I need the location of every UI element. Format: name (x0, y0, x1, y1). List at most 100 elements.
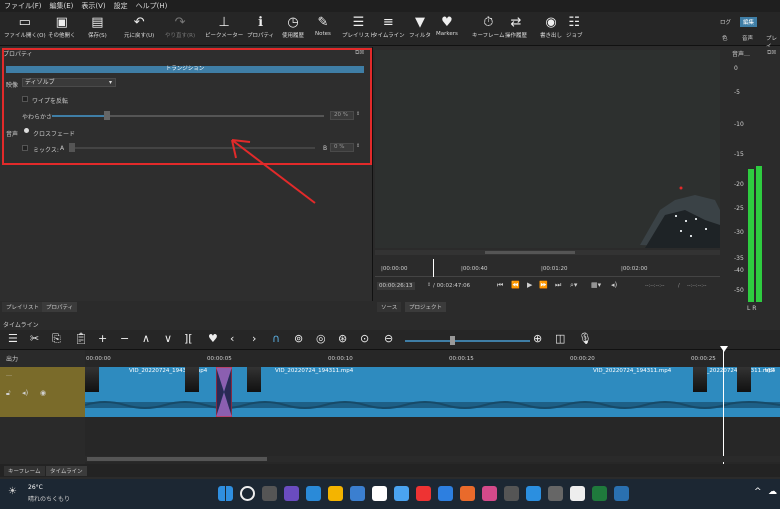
store-icon[interactable] (350, 486, 365, 501)
fast-forward-icon[interactable]: ⏩ (539, 281, 548, 289)
toolbar-folder-button[interactable]: ▭ ファイル開く(O) (4, 14, 46, 39)
rewind-icon[interactable]: ⏪ (511, 281, 520, 289)
tray-chevron-icon[interactable]: ^ (754, 487, 762, 497)
timeline-zoom-handle[interactable] (450, 336, 455, 345)
timeline-ruler[interactable]: 00:00:00 00:00:05 00:00:10 00:00:15 00:00:20… (85, 350, 780, 366)
overwrite-icon[interactable]: ∨ (164, 332, 172, 345)
tab-properties[interactable]: プロパティ (42, 302, 78, 312)
grid-icon[interactable]: ▦▾ (591, 281, 601, 289)
scrub-icon[interactable]: ⊚ (294, 332, 303, 345)
edge-icon[interactable] (306, 486, 321, 501)
app2-icon[interactable] (526, 486, 541, 501)
layout-color[interactable]: 色 (722, 34, 728, 42)
video-track-v1[interactable]: VID_20220724_194311.mp4 VID_20220724_1943… (85, 367, 780, 417)
record-audio-icon[interactable]: 🎙︎ (578, 332, 592, 345)
timeline-menu-icon[interactable]: ☰ (8, 332, 18, 345)
video-preview[interactable] (375, 50, 720, 248)
layout-audio[interactable]: 音声 (742, 34, 753, 42)
toolbar-peak-meter-button[interactable]: ⊥ ピークメーター (205, 14, 243, 39)
tab-project[interactable]: プロジェクト (405, 302, 447, 312)
tab-playlist[interactable]: プレイリスト (2, 302, 44, 312)
toolbar-jobs-history-button[interactable]: ⇄ 操作履歴 (505, 14, 527, 39)
shotcut-icon[interactable] (614, 486, 629, 501)
append-icon[interactable]: + (98, 332, 107, 345)
search-icon[interactable] (240, 486, 255, 501)
toolbar-filter-button[interactable]: ▼ フィルタ (409, 14, 431, 39)
app-icon[interactable] (394, 486, 409, 501)
toolbar-properties-button[interactable]: ℹ プロパティ (247, 14, 274, 39)
zoom-icon[interactable]: ⌕▾ (570, 281, 577, 290)
preview-scrollbar-thumb[interactable] (485, 251, 575, 254)
ripple-icon[interactable]: ◎ (316, 332, 326, 345)
toolbar-notes-button[interactable]: ✎ Notes (315, 14, 331, 37)
preview-scrollbar[interactable] (375, 250, 720, 255)
tab-source[interactable]: ソース (377, 302, 402, 312)
panel-float-icon[interactable]: ⧉⊠ (767, 49, 776, 57)
timeline-scrollbar[interactable] (85, 456, 780, 462)
tab-timeline[interactable]: タイムライン (46, 466, 87, 476)
menu-settings[interactable]: 設定 (114, 1, 128, 11)
toolbar-export-button[interactable]: ◉ 書き出し (540, 14, 562, 39)
toolbar-redo-button[interactable]: ↷ やり直す(R) (165, 14, 195, 39)
snip-icon[interactable] (504, 486, 519, 501)
timeline-zoom-slider[interactable] (405, 340, 530, 342)
timeline-playhead[interactable] (723, 350, 724, 464)
task-view-icon[interactable] (262, 486, 277, 501)
menu-file[interactable]: ファイル(F) (4, 1, 42, 11)
menu-help[interactable]: ヘルプ(H) (136, 1, 168, 11)
ripple-markers-icon[interactable]: ⊙ (360, 332, 369, 345)
teams-icon[interactable] (284, 486, 299, 501)
mute-icon[interactable]: ◂) (22, 389, 28, 397)
record-icon[interactable] (416, 486, 431, 501)
tab-keyframes[interactable]: キーフレーム (4, 466, 45, 476)
lift-icon[interactable]: ∧ (142, 332, 150, 345)
skip-end-icon[interactable]: ⏭ (555, 281, 561, 290)
zoom-fit-icon[interactable]: ◫ (555, 332, 565, 345)
timeline-scrollbar-thumb[interactable] (87, 457, 267, 461)
playhead-handle-icon[interactable] (720, 346, 728, 352)
marker-icon[interactable]: ♥ (208, 332, 218, 345)
weather-desc[interactable]: 晴れのちくもり (28, 494, 70, 503)
menu-edit[interactable]: 編集(E) (50, 1, 74, 11)
position-spinner-icon[interactable]: ⇕ (427, 282, 431, 288)
menu-view[interactable]: 表示(V) (81, 1, 105, 11)
zoom-out-icon[interactable]: ⊖ (384, 332, 393, 345)
chrome-icon[interactable] (460, 486, 475, 501)
weather-temp[interactable]: 26°C (28, 484, 43, 491)
volume-icon[interactable]: ◂) (611, 281, 617, 289)
toolbar-playlist-button[interactable]: ☰ プレイリスト (342, 14, 375, 39)
toolbar-save-button[interactable]: ▤ 保存(S) (88, 14, 107, 39)
play-icon[interactable]: ▶ (527, 281, 532, 289)
eye-icon[interactable]: ◉ (40, 389, 46, 397)
slack-icon[interactable] (482, 486, 497, 501)
zoom-in-icon[interactable]: ⊕ (533, 332, 542, 345)
toolbar-keyframe-button[interactable]: ⏱ キーフレーム (472, 14, 505, 39)
layout-log[interactable]: ログ (720, 18, 731, 26)
split-icon[interactable]: ][ (184, 332, 193, 345)
cut-icon[interactable]: ✂ (30, 332, 39, 345)
toolbar-markers-button[interactable]: ♥ Markers (436, 14, 458, 37)
obs-icon[interactable] (372, 486, 387, 501)
next-marker-icon[interactable]: › (252, 332, 256, 345)
settings-icon[interactable] (548, 486, 563, 501)
toolbar-history-button[interactable]: ◷ 使用履歴 (282, 14, 304, 39)
remove-icon[interactable]: − (120, 332, 129, 345)
paste-icon[interactable]: 📋︎ (74, 332, 88, 345)
app3-icon[interactable] (570, 486, 585, 501)
snap-icon[interactable]: ∩ (272, 332, 280, 345)
check-icon[interactable] (438, 486, 453, 501)
transition-clip[interactable] (216, 367, 232, 417)
toolbar-open-other-button[interactable]: ▣ その他開く (48, 14, 76, 39)
layout-edit[interactable]: 編集 (740, 17, 758, 27)
track-header-v1[interactable]: … 🔓︎ ◂) ◉ (0, 367, 85, 417)
lock-icon[interactable]: 🔓︎ (6, 389, 11, 398)
start-icon[interactable] (218, 486, 233, 501)
prev-marker-icon[interactable]: ‹ (230, 332, 234, 345)
toolbar-jobs-button[interactable]: ☷ ジョブ (566, 14, 583, 39)
ripple-all-icon[interactable]: ⊛ (338, 332, 347, 345)
position-timecode[interactable]: 00:00:26:13 (377, 282, 415, 290)
player-ruler[interactable]: |00:00:00 |00:00:40 |00:01:20 |00:02:00 (375, 262, 720, 277)
cloud-icon[interactable]: ☁ (768, 487, 777, 497)
explorer-icon[interactable] (328, 486, 343, 501)
toolbar-undo-button[interactable]: ↶ 元に戻す(U) (124, 14, 154, 39)
